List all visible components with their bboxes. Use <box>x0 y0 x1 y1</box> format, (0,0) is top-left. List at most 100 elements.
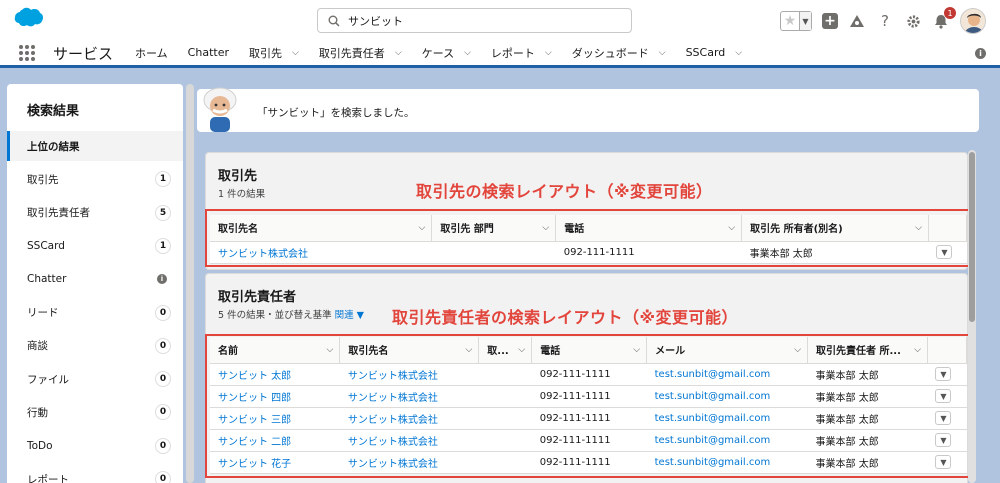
chevron-down-icon[interactable]: ⌵ <box>794 345 801 355</box>
chevron-down-icon[interactable]: ⌵ <box>914 345 921 355</box>
chevron-down-icon[interactable]: ⌵ <box>728 223 735 233</box>
sidebar-item-6[interactable]: 商談 0 <box>7 331 183 361</box>
nav-tab-label[interactable]: ケース <box>422 45 454 61</box>
nav-tab-4[interactable]: ケース ⌵ <box>422 45 471 61</box>
chevron-down-icon[interactable]: ▼ <box>357 310 364 321</box>
favorites-dropdown-icon[interactable]: ▼ <box>799 12 811 30</box>
nav-tab-label[interactable]: ホーム <box>135 45 168 61</box>
accounts-card-title[interactable]: 取引先 <box>218 165 257 184</box>
contacts-card-title[interactable]: 取引先責任者 <box>218 286 296 305</box>
bell-icon[interactable]: 1 <box>932 7 956 30</box>
sidebar-item-5[interactable]: リード 0 <box>7 298 183 328</box>
chevron-down-icon[interactable]: ⌵ <box>735 48 742 58</box>
info-icon[interactable]: i <box>975 48 986 59</box>
search-value: サンビット <box>348 14 403 28</box>
column-header[interactable]: 取引先名 ⌵ <box>339 337 480 364</box>
app-launcher-icon[interactable] <box>19 45 35 61</box>
sidebar-item-4[interactable]: Chatter i <box>7 264 183 294</box>
trailhead-icon[interactable] <box>848 12 866 30</box>
account-name-link[interactable]: サンビット株式会社 <box>210 241 432 264</box>
contact-email-link[interactable]: test.sunbit@gmail.com <box>646 363 808 386</box>
nav-tab-label[interactable]: SSCard <box>686 46 726 59</box>
contact-email-link[interactable]: test.sunbit@gmail.com <box>646 429 808 452</box>
contact-account-link[interactable]: サンビット株式会社 <box>339 429 479 452</box>
row-actions-button[interactable]: ▼ <box>935 433 952 447</box>
gear-icon[interactable] <box>904 12 922 30</box>
row-actions-button[interactable]: ▼ <box>935 411 952 425</box>
main-scrollbar-thumb[interactable] <box>969 152 975 322</box>
sort-by-value[interactable]: 関連 <box>335 310 354 321</box>
contact-account-link[interactable]: サンビット株式会社 <box>339 407 479 430</box>
sort-by-link[interactable]: 関連 ▼ <box>335 310 364 321</box>
nav-tab-6[interactable]: ダッシュボード ⌵ <box>572 45 666 61</box>
contact-account-link[interactable]: サンビット株式会社 <box>339 385 479 408</box>
column-header[interactable]: 電話 ⌵ <box>531 337 648 364</box>
sidebar-item-3[interactable]: SSCard 1 <box>7 231 183 261</box>
contact-account-link[interactable]: サンビット株式会社 <box>339 451 479 474</box>
chevron-down-icon[interactable]: ⌵ <box>518 345 525 355</box>
chevron-down-icon[interactable]: ⌵ <box>633 345 640 355</box>
sidebar-item-7[interactable]: ファイル 0 <box>7 364 183 394</box>
column-header[interactable]: 取引先 部門 ⌵ <box>431 215 557 242</box>
sidebar-item-0[interactable]: 上位の結果 <box>7 131 183 161</box>
add-icon[interactable]: + <box>822 13 838 29</box>
chevron-down-icon[interactable]: ⌵ <box>327 345 334 355</box>
contact-name-link[interactable]: サンビット 二郎 <box>210 429 340 452</box>
chevron-down-icon[interactable]: ⌵ <box>464 48 471 58</box>
contact-name-link[interactable]: サンビット 四郎 <box>210 385 340 408</box>
nav-tab-0[interactable]: ホーム <box>135 45 168 61</box>
column-header[interactable]: メール ⌵ <box>646 337 809 364</box>
nav-tab-label[interactable]: Chatter <box>188 46 229 59</box>
nav-tab-label[interactable]: レポート <box>491 45 535 61</box>
row-actions-button[interactable]: ▼ <box>935 389 952 403</box>
nav-tab-label[interactable]: 取引先責任者 <box>319 45 385 61</box>
favorites-star-icon[interactable]: ★ <box>781 12 799 30</box>
column-header[interactable]: 電話 ⌵ <box>555 215 743 242</box>
help-icon[interactable]: ? <box>876 12 894 30</box>
avatar[interactable] <box>960 8 986 34</box>
contact-email-link[interactable]: test.sunbit@gmail.com <box>646 407 808 430</box>
sidebar-item-1[interactable]: 取引先 1 <box>7 164 183 194</box>
sidebar-item-label: ファイル <box>27 373 69 386</box>
nav-tab-label[interactable]: 取引先 <box>249 45 282 61</box>
salesforce-logo[interactable] <box>8 6 44 32</box>
nav-tab-label[interactable]: ダッシュボード <box>572 45 649 61</box>
column-header[interactable]: 取... ⌵ <box>478 337 533 364</box>
sidebar-item-10[interactable]: レポート 0 <box>7 464 183 483</box>
nav-tab-5[interactable]: レポート ⌵ <box>491 45 552 61</box>
chevron-down-icon[interactable]: ⌵ <box>419 223 426 233</box>
contact-owner: 事業本部 太郎 <box>807 429 928 452</box>
sidebar-item-2[interactable]: 取引先責任者 5 <box>7 198 183 228</box>
column-header[interactable]: 取引先責任者 所... ⌵ <box>807 337 928 364</box>
nav-tab-3[interactable]: 取引先責任者 ⌵ <box>319 45 402 61</box>
contact-email-link[interactable]: test.sunbit@gmail.com <box>646 385 808 408</box>
chevron-down-icon[interactable]: ⌵ <box>465 345 472 355</box>
chevron-down-icon[interactable]: ⌵ <box>659 48 666 58</box>
contact-email-link[interactable]: test.sunbit@gmail.com <box>646 451 808 474</box>
chevron-down-icon[interactable]: ⌵ <box>395 48 402 58</box>
contact-name-link[interactable]: サンビット 三郎 <box>210 407 340 430</box>
row-actions-button[interactable]: ▼ <box>935 455 952 469</box>
chevron-down-icon[interactable]: ⌵ <box>292 48 299 58</box>
column-header[interactable]: 名前 ⌵ <box>210 337 341 364</box>
global-search-input[interactable]: サンビット <box>317 8 632 33</box>
row-actions-button[interactable]: ▼ <box>936 245 953 259</box>
contact-phone: 092-111-1111 <box>531 429 647 452</box>
contact-account-link[interactable]: サンビット株式会社 <box>339 363 479 386</box>
sidebar-item-8[interactable]: 行動 0 <box>7 397 183 427</box>
chevron-down-icon[interactable]: ⌵ <box>915 223 922 233</box>
sidebar-item-9[interactable]: ToDo 0 <box>7 431 183 461</box>
favorites-button[interactable]: ★ ▼ <box>780 11 812 31</box>
chevron-down-icon[interactable]: ⌵ <box>542 223 549 233</box>
sidebar-scrollbar[interactable] <box>186 84 194 483</box>
contact-owner: 事業本部 太郎 <box>807 385 928 408</box>
contact-name-link[interactable]: サンビット 花子 <box>210 451 340 474</box>
nav-tab-7[interactable]: SSCard ⌵ <box>686 46 743 59</box>
nav-tab-2[interactable]: 取引先 ⌵ <box>249 45 299 61</box>
column-header[interactable]: 取引先 所有者(別名) ⌵ <box>741 215 929 242</box>
row-actions-button[interactable]: ▼ <box>935 367 952 381</box>
chevron-down-icon[interactable]: ⌵ <box>545 48 552 58</box>
contact-name-link[interactable]: サンビット 太郎 <box>210 363 340 386</box>
column-header[interactable]: 取引先名 ⌵ <box>210 215 433 242</box>
nav-tab-1[interactable]: Chatter <box>188 46 229 59</box>
